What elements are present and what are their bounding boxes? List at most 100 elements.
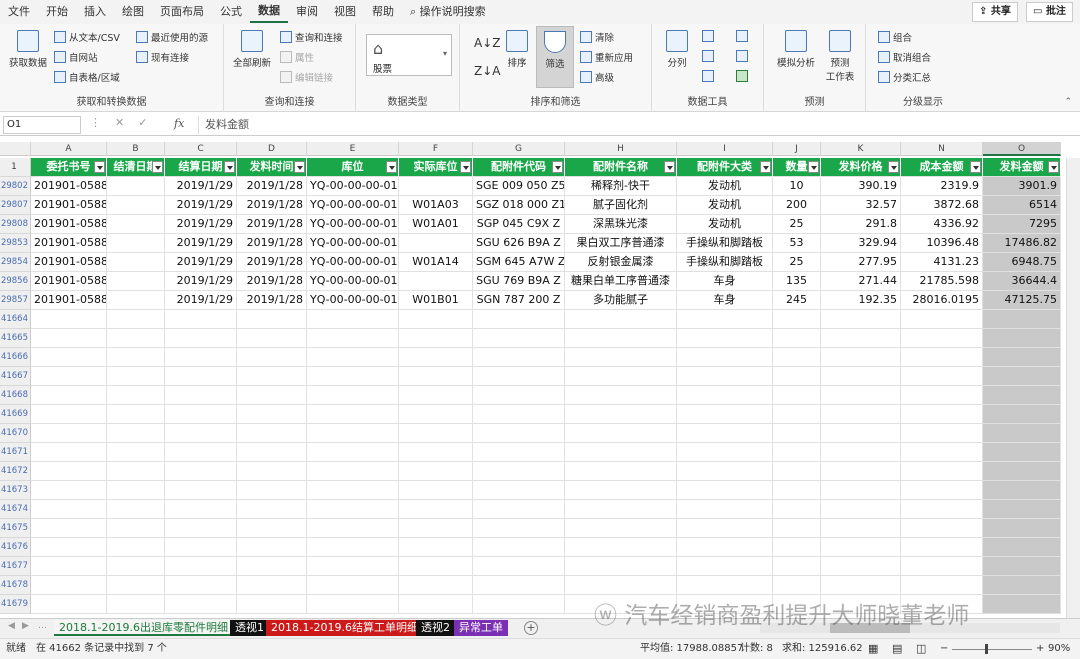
empty-cell[interactable] — [237, 462, 307, 481]
empty-cell[interactable] — [565, 538, 677, 557]
table-cell[interactable]: 10396.48 — [901, 234, 983, 253]
table-cell[interactable]: 6514 — [983, 196, 1061, 215]
table-cell[interactable]: 2019/1/28 — [237, 253, 307, 272]
empty-cell[interactable] — [165, 500, 237, 519]
table-cell[interactable]: 3872.68 — [901, 196, 983, 215]
header-cell[interactable]: 实际库位 — [399, 158, 473, 177]
queries-connections-button[interactable]: 查询和连接 — [280, 30, 343, 44]
table-cell[interactable]: 135 — [773, 272, 821, 291]
advanced-filter-button[interactable]: 高级 — [580, 70, 614, 84]
table-cell[interactable]: SGE 009 050 Z5 — [473, 177, 565, 196]
reapply-button[interactable]: 重新应用 — [580, 50, 633, 64]
empty-cell[interactable] — [399, 386, 473, 405]
row-header[interactable]: 41676 — [0, 538, 31, 557]
menu-home[interactable]: 开始 — [38, 0, 76, 24]
empty-cell[interactable] — [773, 557, 821, 576]
select-all-corner[interactable] — [0, 142, 31, 156]
column-header[interactable]: A — [31, 142, 107, 156]
empty-cell[interactable] — [901, 500, 983, 519]
empty-cell[interactable] — [773, 386, 821, 405]
empty-cell[interactable] — [901, 538, 983, 557]
empty-cell[interactable] — [473, 329, 565, 348]
table-cell[interactable]: 201901-0588 — [31, 272, 107, 291]
row-header[interactable]: 41673 — [0, 481, 31, 500]
empty-cell[interactable] — [677, 348, 773, 367]
empty-cell[interactable] — [901, 386, 983, 405]
empty-cell[interactable] — [107, 576, 165, 595]
prev-sheet-icon[interactable]: ◀ — [8, 621, 15, 631]
stock-datatype-button[interactable]: ⌂ 股票 ▾ — [366, 34, 452, 76]
empty-cell[interactable] — [399, 348, 473, 367]
group-button[interactable]: 组合 — [878, 30, 912, 44]
empty-cell[interactable] — [165, 329, 237, 348]
empty-cell[interactable] — [31, 367, 107, 386]
table-cell[interactable]: 2019/1/29 — [165, 272, 237, 291]
filter-dropdown-icon[interactable] — [224, 161, 235, 173]
empty-cell[interactable] — [565, 462, 677, 481]
zoom-out-icon[interactable]: − — [940, 639, 948, 659]
row-header[interactable]: 41671 — [0, 443, 31, 462]
column-header[interactable]: N — [901, 142, 983, 156]
empty-cell[interactable] — [677, 557, 773, 576]
empty-cell[interactable] — [307, 310, 399, 329]
table-cell[interactable]: 25 — [773, 253, 821, 272]
empty-cell[interactable] — [983, 405, 1061, 424]
empty-cell[interactable] — [237, 348, 307, 367]
empty-cell[interactable] — [821, 329, 901, 348]
table-cell[interactable]: 47125.75 — [983, 291, 1061, 310]
empty-cell[interactable] — [773, 310, 821, 329]
empty-cell[interactable] — [473, 367, 565, 386]
filter-dropdown-icon[interactable] — [664, 161, 675, 173]
empty-cell[interactable] — [31, 462, 107, 481]
empty-cell[interactable] — [165, 576, 237, 595]
column-header[interactable]: B — [107, 142, 165, 156]
column-header[interactable]: J — [773, 142, 821, 156]
empty-cell[interactable] — [237, 386, 307, 405]
header-cell[interactable]: 数量 — [773, 158, 821, 177]
empty-cell[interactable] — [773, 443, 821, 462]
text-to-columns-button[interactable]: 分列 — [660, 30, 694, 69]
empty-cell[interactable] — [399, 405, 473, 424]
empty-cell[interactable] — [473, 443, 565, 462]
table-cell[interactable]: 6948.75 — [983, 253, 1061, 272]
row-header[interactable]: 29854 — [0, 253, 31, 272]
table-cell[interactable]: 201901-0588 — [31, 215, 107, 234]
page-layout-view-icon[interactable]: ▤ — [892, 639, 902, 659]
empty-cell[interactable] — [565, 367, 677, 386]
empty-cell[interactable] — [821, 576, 901, 595]
header-cell[interactable]: 配附件代码 — [473, 158, 565, 177]
zoom-in-icon[interactable]: + — [1036, 639, 1044, 659]
relationships-button[interactable] — [736, 50, 751, 62]
empty-cell[interactable] — [821, 310, 901, 329]
table-cell[interactable] — [107, 215, 165, 234]
table-cell[interactable]: W01A01 — [399, 215, 473, 234]
table-cell[interactable]: 2019/1/28 — [237, 177, 307, 196]
clear-filter-button[interactable]: 清除 — [580, 30, 614, 44]
empty-cell[interactable] — [165, 348, 237, 367]
table-cell[interactable]: 17486.82 — [983, 234, 1061, 253]
filter-dropdown-icon[interactable] — [888, 161, 899, 173]
empty-cell[interactable] — [307, 595, 399, 614]
table-cell[interactable]: SGN 787 200 Z — [473, 291, 565, 310]
empty-cell[interactable] — [107, 538, 165, 557]
table-cell[interactable]: SGP 045 C9X Z — [473, 215, 565, 234]
table-cell[interactable] — [399, 272, 473, 291]
empty-cell[interactable] — [677, 367, 773, 386]
table-cell[interactable]: 390.19 — [821, 177, 901, 196]
zoom-slider-thumb[interactable] — [985, 644, 988, 654]
empty-cell[interactable] — [31, 443, 107, 462]
empty-cell[interactable] — [473, 481, 565, 500]
table-cell[interactable]: 25 — [773, 215, 821, 234]
header-cell[interactable]: 成本金额 — [901, 158, 983, 177]
empty-cell[interactable] — [307, 538, 399, 557]
filter-dropdown-icon[interactable] — [760, 161, 771, 173]
header-cell[interactable]: 发料时间 — [237, 158, 307, 177]
table-cell[interactable]: 2019/1/28 — [237, 215, 307, 234]
header-cell[interactable]: 配附件大类 — [677, 158, 773, 177]
empty-cell[interactable] — [31, 310, 107, 329]
empty-cell[interactable] — [31, 348, 107, 367]
empty-cell[interactable] — [821, 519, 901, 538]
table-cell[interactable] — [107, 291, 165, 310]
empty-cell[interactable] — [307, 462, 399, 481]
empty-cell[interactable] — [773, 329, 821, 348]
